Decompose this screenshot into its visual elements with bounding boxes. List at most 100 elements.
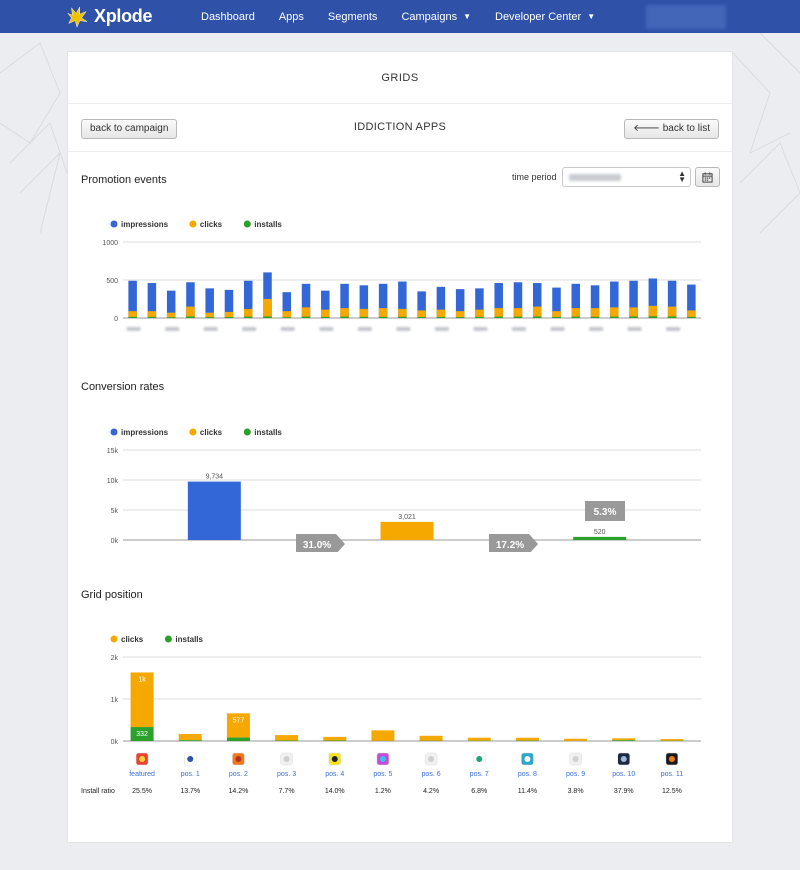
calendar-button[interactable] [695, 167, 720, 187]
grid-position-label[interactable]: pos. 2 [229, 771, 248, 778]
arrow-left-icon: 🡐 [633, 123, 663, 134]
grid-position-label[interactable]: pos. 4 [325, 771, 344, 778]
bar-installs [321, 316, 330, 318]
nav-segments[interactable]: Segments [328, 11, 378, 23]
nav-campaigns[interactable]: Campaigns ▼ [401, 11, 471, 23]
grid-position-label[interactable]: pos. 6 [422, 771, 441, 778]
brand[interactable]: Xplode [66, 5, 186, 28]
time-period-select[interactable]: ▲ ▼ [562, 167, 691, 187]
x-tick-label-placeholder [396, 327, 411, 331]
y-tick-label: 1000 [102, 240, 118, 247]
bar-clicks [301, 307, 311, 318]
bar-clicks [398, 308, 407, 318]
install-ratio-value: 25.5% [132, 788, 152, 795]
bar-clicks [532, 306, 542, 318]
nav-developer-center[interactable]: Developer Center ▼ [495, 11, 595, 23]
app-icon-placeholder-glyph [428, 756, 435, 762]
bar-installs [205, 317, 214, 318]
y-tick-label: 5k [111, 508, 119, 515]
y-tick-label: 2k [111, 655, 119, 662]
grid-position-label[interactable]: pos. 8 [518, 771, 537, 778]
install-ratio-value: 14.2% [228, 788, 248, 795]
bar-clicks [321, 309, 330, 318]
bar-installs [494, 316, 503, 318]
install-ratio-label: Install ratio [81, 788, 115, 795]
app-icon-yellow [328, 752, 341, 766]
bar-clicks [515, 737, 539, 741]
grid-position-label[interactable]: pos. 3 [277, 771, 296, 778]
app-icon-dark [617, 752, 630, 766]
grid-position-label[interactable]: pos. 11 [661, 771, 684, 778]
install-ratio-value: 1.2% [375, 788, 391, 795]
y-tick-label: 15k [107, 448, 119, 455]
conversion-rates-chart: impressions clicks installs 0k 5k 10k 15k 9,734… [107, 428, 701, 552]
user-menu[interactable] [646, 5, 726, 29]
brand-name: Xplode [94, 6, 153, 26]
bar-clicks [282, 311, 292, 318]
y-tick-label: 1k [111, 697, 119, 704]
legend-label-installs: installs [254, 220, 282, 229]
app-icon-placeholder [280, 752, 293, 766]
app-icon-black [665, 752, 679, 766]
legend-dot-impressions [110, 428, 118, 436]
install-ratio-value: 6.8% [471, 788, 487, 795]
data-label-clicks: 3,021 [398, 514, 416, 521]
grid-position-label[interactable]: pos. 10 [612, 771, 635, 778]
app-icon-orange [232, 752, 245, 766]
bar-installs [224, 317, 234, 318]
bar-clicks [612, 738, 636, 741]
bar-installs [571, 316, 581, 318]
nav-dashboard[interactable]: Dashboard [201, 11, 255, 23]
bar-clicks [564, 738, 588, 741]
bar-clicks [513, 308, 523, 318]
bar-installs [398, 316, 407, 318]
bar-clicks [610, 307, 619, 318]
bar-installs [282, 317, 292, 318]
install-ratio-value: 13.7% [180, 788, 200, 795]
bar-clicks [380, 521, 434, 540]
grid-position-label[interactable]: featured [129, 771, 155, 778]
legend-label-clicks: clicks [200, 220, 223, 229]
app-icon-placeholder-glyph [572, 756, 579, 762]
grid-position-label[interactable]: pos. 5 [373, 771, 392, 778]
rate-label: 5.3% [594, 507, 617, 518]
bar-clicks [494, 308, 503, 318]
app-icon-orange-glyph [235, 756, 242, 762]
grids-panel: GRIDS back to campaign IDDICTION APPS 🡐 … [67, 51, 733, 843]
bar-installs [687, 316, 696, 318]
legend-label-installs: installs [175, 635, 203, 644]
bar-installs [359, 316, 369, 318]
legend-dot-clicks [189, 220, 197, 228]
bar-clicks [166, 312, 176, 318]
app-icon-black-glyph [668, 756, 675, 762]
x-tick-label-placeholder [203, 327, 218, 331]
app-icon-teal [521, 752, 534, 766]
bar-installs [166, 317, 176, 318]
grid-position-label[interactable]: pos. 1 [181, 771, 200, 778]
x-tick-label-placeholder [550, 327, 565, 331]
install-ratio-value: 12.5% [662, 788, 682, 795]
install-ratio-value: 11.4% [518, 788, 537, 795]
legend-dot-clicks [189, 428, 197, 436]
back-to-list-label: back to list [662, 123, 710, 134]
install-ratio-value: 37.9% [614, 788, 634, 795]
grid-position-label[interactable]: pos. 7 [470, 771, 489, 778]
app-icon-rainbow-glyph [379, 756, 386, 762]
grid-position-label[interactable]: pos. 9 [566, 771, 585, 778]
bar-installs [629, 316, 638, 318]
nav-developer-center-label: Developer Center [495, 10, 582, 23]
back-to-list-button[interactable]: 🡐 back to list [624, 119, 719, 139]
x-tick-label-placeholder [511, 327, 526, 331]
nav-campaigns-label: Campaigns [401, 10, 458, 23]
bar-installs [648, 316, 658, 318]
time-period-value [569, 174, 621, 181]
data-label-installs: 520 [594, 529, 606, 536]
bar-clicks [378, 308, 388, 318]
bar-clicks [667, 306, 677, 318]
app-icon-red-glyph [139, 756, 146, 762]
legend-dot-installs [243, 220, 251, 228]
nav-apps[interactable]: Apps [279, 11, 304, 23]
y-tick-label: 10k [107, 478, 119, 485]
bar-clicks [455, 311, 465, 318]
bar-installs [532, 316, 542, 318]
